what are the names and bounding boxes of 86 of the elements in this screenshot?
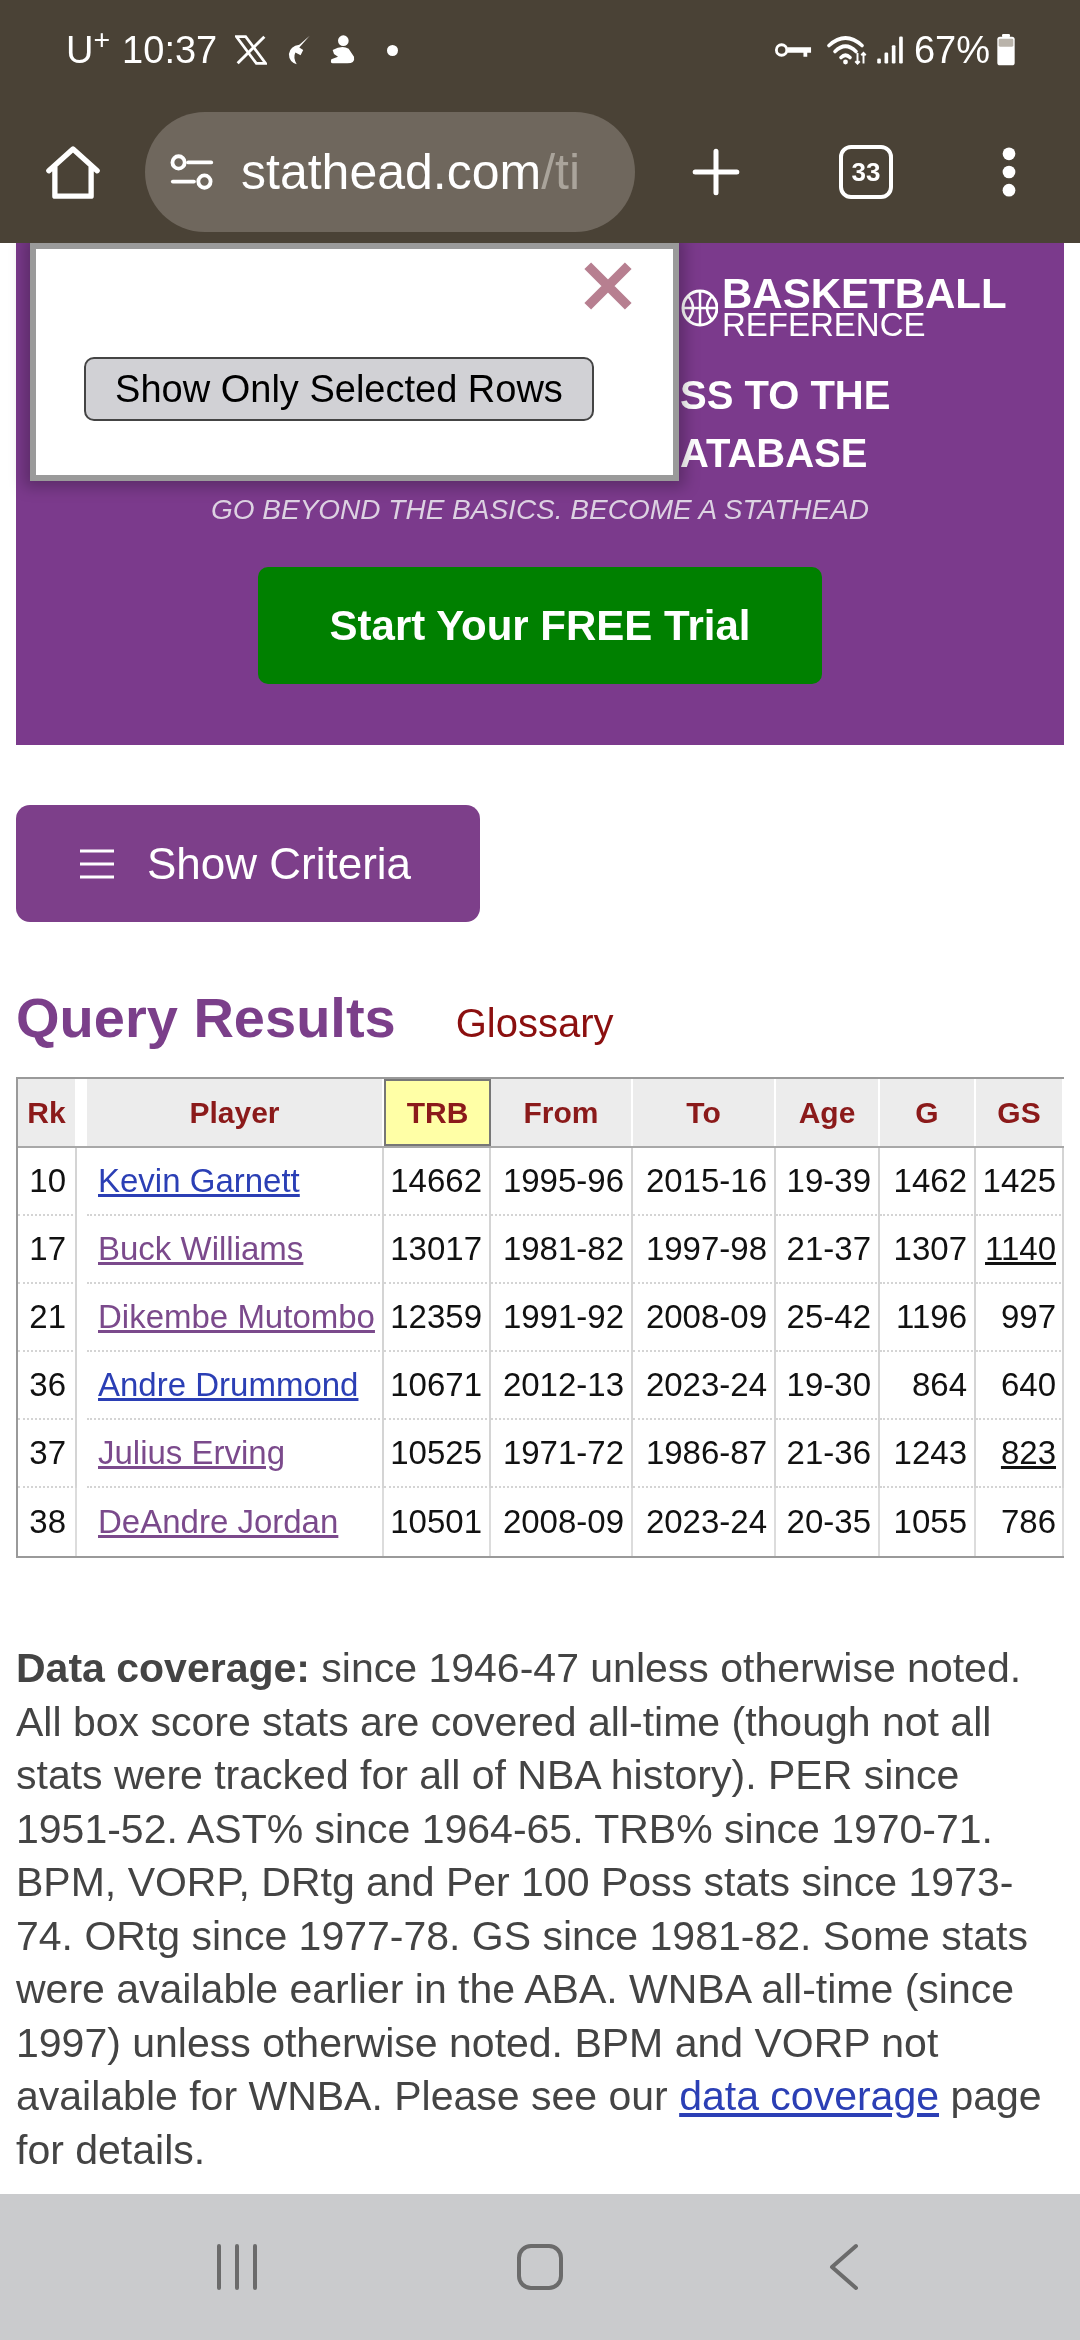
data-coverage-note: Data coverage: since 1946-47 unless otherwise noted. All box score stats are covered all-time (though not all stats were tracked for all of NBA history). PER since 1951-52. AST% since 1964-65. TRB% since 1970-71. BPM, VORP, DRtg and Per 100 Poss stats since 1973-74. ORtg since 1977-78. GS since 1981-82. Some stats were available earlier in the ABA. WNBA all-time (since 1997) unless otherwise noted. BPM and VORP not available for WNBA. Please see our data coverage page for details. [16, 1644, 1043, 2175]
player-link[interactable]: Julius Erving [98, 1428, 286, 1478]
x-logo-icon [235, 35, 268, 65]
table-cell: 2023-24 [633, 1352, 776, 1420]
table-cell: 1425 [976, 1148, 1064, 1216]
table-cell: 20-35 [776, 1488, 880, 1556]
table-cell: 21 [18, 1284, 77, 1352]
column-header[interactable]: Rk [18, 1079, 77, 1146]
player-link[interactable]: Dikembe Mutombo [98, 1292, 375, 1342]
clock: 10:37 [122, 31, 218, 69]
table-cell: 13017 [384, 1216, 491, 1284]
column-header[interactable]: TRB [384, 1079, 491, 1146]
signal-icon [875, 35, 904, 65]
table-cell: 2008-09 [633, 1284, 776, 1352]
table-cell: 1991-92 [491, 1284, 633, 1352]
column-header[interactable]: Player [87, 1079, 384, 1146]
table-cell: 1997-98 [633, 1216, 776, 1284]
table-cell: 21-37 [776, 1216, 880, 1284]
table-cell: 10525 [384, 1420, 491, 1488]
battery-percentage: 67% [913, 31, 990, 69]
back-icon[interactable] [827, 2243, 859, 2291]
free-trial-button[interactable]: Start Your FREE Trial [258, 567, 822, 684]
table-cell: 1971-72 [491, 1420, 633, 1488]
player-link[interactable]: Buck Williams [98, 1224, 304, 1274]
results-heading: Query Results [16, 985, 396, 1051]
more-notifications-icon [387, 44, 399, 56]
site-settings-icon[interactable] [169, 151, 215, 192]
address-bar[interactable]: stathead.com/ti [145, 111, 635, 232]
table-cell: 997 [976, 1284, 1064, 1352]
home-button-icon[interactable] [516, 2243, 564, 2291]
table-cell: 12359 [384, 1284, 491, 1352]
table-cell: 10 [18, 1148, 77, 1216]
show-criteria-button[interactable]: Show Criteria [16, 805, 480, 922]
hamburger-icon [79, 847, 115, 880]
stat-link[interactable]: 1140 [976, 1216, 1064, 1284]
column-header[interactable]: To [633, 1079, 776, 1146]
table-cell: 25-42 [776, 1284, 880, 1352]
table-cell: 1055 [880, 1488, 976, 1556]
banner-headline: SS TO THE [680, 372, 892, 419]
player-link[interactable]: DeAndre Jordan [98, 1497, 339, 1547]
battery-icon [996, 34, 1016, 66]
table-cell: 1995-96 [491, 1148, 633, 1216]
column-header[interactable]: From [491, 1079, 633, 1146]
table-cell: 1986-87 [633, 1420, 776, 1488]
new-tab-icon[interactable] [691, 146, 741, 197]
table-cell: 1981-82 [491, 1216, 633, 1284]
tab-switcher-button[interactable]: 33 [839, 144, 893, 199]
table-cell: 36 [18, 1352, 77, 1420]
column-header[interactable]: GS [976, 1079, 1064, 1146]
table-cell: 1196 [880, 1284, 976, 1352]
player-link[interactable]: Andre Drummond [98, 1360, 359, 1410]
wifi-icon [825, 33, 868, 67]
table-cell: 10501 [384, 1488, 491, 1556]
table-cell: 864 [880, 1352, 976, 1420]
logo-title: BASKETBALL [722, 277, 1007, 311]
logo-subtitle: REFERENCE [722, 311, 926, 338]
kebab-menu-icon[interactable] [1002, 146, 1016, 197]
table-cell: 19-30 [776, 1352, 880, 1420]
table-cell: 786 [976, 1488, 1064, 1556]
column-header[interactable]: G [880, 1079, 976, 1146]
show-selected-rows-button[interactable]: Show Only Selected Rows [84, 357, 594, 421]
carrier-label: U$^{+}$ [66, 31, 111, 69]
table-cell: 1307 [880, 1216, 976, 1284]
stat-link[interactable]: 823 [976, 1420, 1064, 1488]
table-cell: 19-39 [776, 1148, 880, 1216]
banner-tagline: GO BEYOND THE BASICS. BECOME A STATHEAD [209, 493, 871, 527]
table-cell: 10671 [384, 1352, 491, 1420]
data-coverage-link[interactable]: data coverage [679, 2073, 939, 2119]
table-cell: 17 [18, 1216, 77, 1284]
table-cell: 1462 [880, 1148, 976, 1216]
banner-headline: ATABASE [680, 430, 869, 477]
table-cell: 38 [18, 1488, 77, 1556]
key-icon [773, 40, 812, 60]
table-cell: 14662 [384, 1148, 491, 1216]
table-cell: 2012-13 [491, 1352, 633, 1420]
table-cell: 2023-24 [633, 1488, 776, 1556]
table-cell: 37 [18, 1420, 77, 1488]
table-cell: 2015-16 [633, 1148, 776, 1216]
table-cell: 2008-09 [491, 1488, 633, 1556]
table-cell: 640 [976, 1352, 1064, 1420]
table-cell: 1243 [880, 1420, 976, 1488]
player-link[interactable]: Kevin Garnett [98, 1156, 300, 1206]
glossary-link[interactable]: Glossary [455, 993, 614, 1053]
table-cell: 21-36 [776, 1420, 880, 1488]
column-header[interactable]: Age [776, 1079, 880, 1146]
home-icon[interactable] [44, 143, 102, 200]
